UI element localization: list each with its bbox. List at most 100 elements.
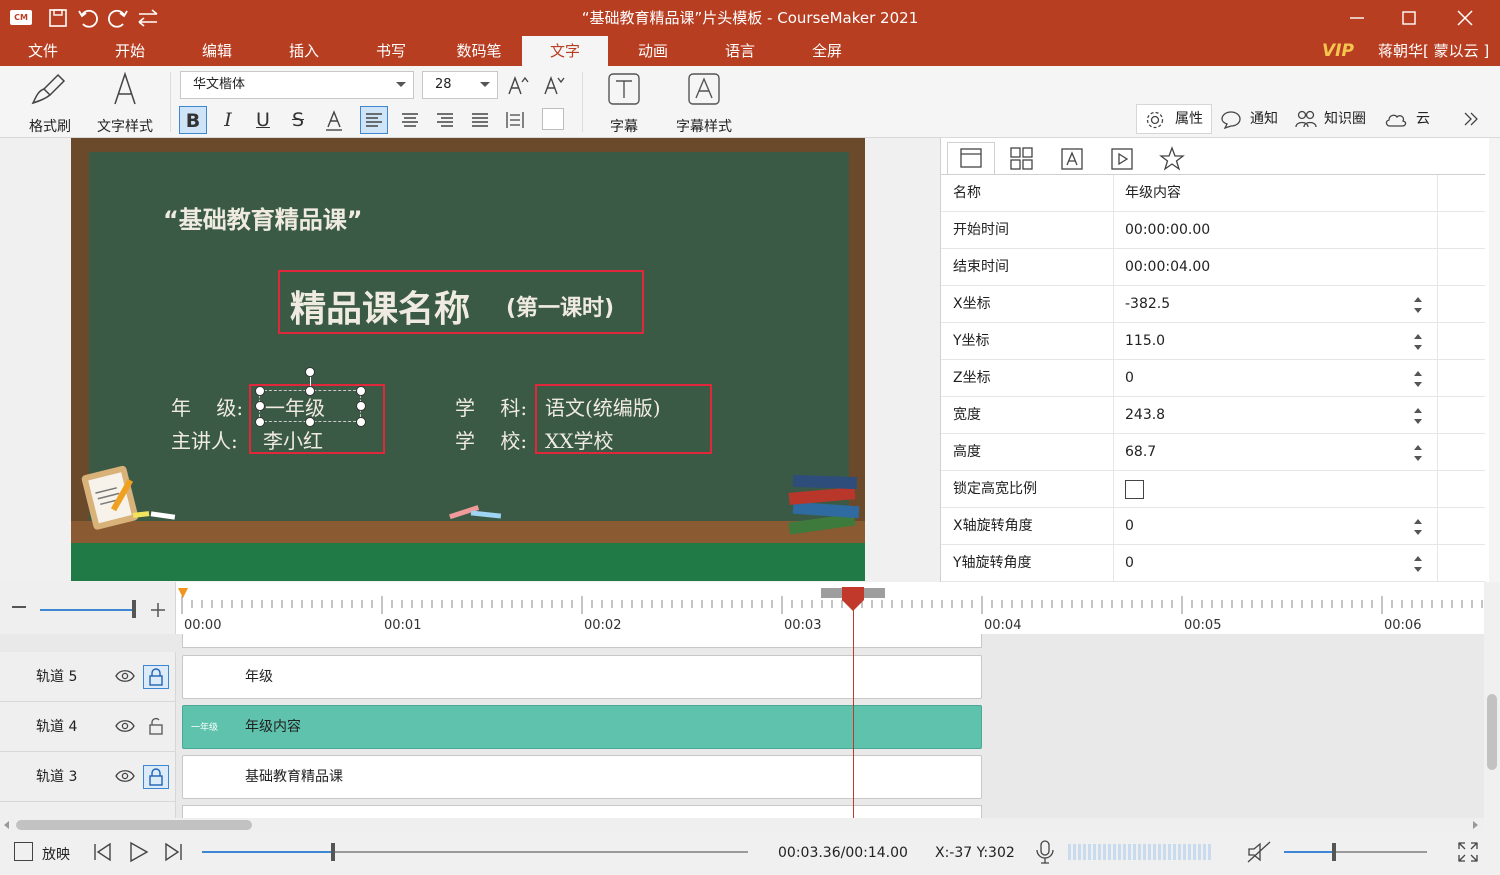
underline-button[interactable]: U — [249, 106, 277, 134]
zoom-slider-thumb[interactable] — [132, 600, 136, 618]
playhead[interactable] — [821, 586, 885, 818]
font-size-select[interactable]: 28 — [422, 71, 498, 99]
menu-text[interactable]: 文字 — [522, 36, 608, 66]
align-right-button[interactable] — [431, 106, 459, 134]
align-left-button[interactable] — [360, 106, 388, 134]
progress-track[interactable] — [202, 843, 748, 861]
prop-row-start-time[interactable]: 开始时间 00:00:00.00 — [941, 212, 1485, 249]
resize-handle[interactable] — [356, 401, 366, 411]
prop-row-lock-ratio[interactable]: 锁定高宽比例 — [941, 471, 1485, 508]
prop-row-name[interactable]: 名称 年级内容 — [941, 175, 1485, 212]
resize-handle[interactable] — [255, 401, 265, 411]
eye-icon[interactable] — [114, 768, 136, 784]
menu-write[interactable]: 书写 — [356, 36, 426, 66]
prop-row-y[interactable]: Y坐标 115.0 — [941, 323, 1485, 360]
speaker-mute-icon[interactable] — [1246, 840, 1272, 864]
resize-handle[interactable] — [356, 386, 366, 396]
background-color-swatch[interactable] — [542, 108, 564, 130]
hscroll-thumb[interactable] — [16, 820, 252, 830]
prop-row-z[interactable]: Z坐标 0 — [941, 360, 1485, 397]
prop-row-x[interactable]: X坐标 -382.5 — [941, 286, 1485, 323]
properties-scrollbar[interactable] — [1489, 138, 1500, 582]
volume-slider[interactable] — [1284, 843, 1427, 861]
eye-icon[interactable] — [114, 668, 136, 684]
spinner-icon[interactable] — [1411, 442, 1425, 464]
timeline-hscroll[interactable] — [0, 818, 1484, 832]
fullscreen-icon[interactable] — [1456, 840, 1480, 864]
user-name[interactable]: 蒋朝华[ 蒙以云 ] — [1378, 36, 1489, 66]
swap-icon[interactable] — [136, 6, 160, 30]
spinner-icon[interactable] — [1411, 405, 1425, 427]
italic-button[interactable]: I — [214, 106, 242, 134]
spinner-icon[interactable] — [1411, 516, 1425, 538]
resize-handle[interactable] — [305, 386, 315, 396]
lock-ratio-checkbox[interactable] — [1125, 480, 1144, 499]
menu-edit[interactable]: 编辑 — [182, 36, 252, 66]
resize-handle[interactable] — [255, 417, 265, 427]
close-button[interactable] — [1440, 0, 1492, 36]
subtitle-style-button[interactable]: 字幕样式 — [668, 70, 740, 135]
props-tab-effects[interactable] — [1157, 144, 1187, 174]
present-checkbox[interactable] — [14, 842, 33, 861]
props-tab-layout[interactable] — [947, 142, 995, 174]
font-color-button[interactable] — [320, 106, 348, 134]
props-tab-grid[interactable] — [1007, 144, 1037, 174]
undo-icon[interactable] — [76, 6, 100, 30]
prop-row-x-rotation[interactable]: X轴旋转角度 0 — [941, 508, 1485, 545]
skip-forward-icon[interactable] — [162, 840, 186, 864]
track-header[interactable]: 轨道 4 — [0, 702, 176, 752]
zoom-out-icon[interactable] — [12, 606, 26, 608]
props-tab-text[interactable] — [1057, 144, 1087, 174]
prop-row-width[interactable]: 宽度 243.8 — [941, 397, 1485, 434]
spinner-icon[interactable] — [1411, 553, 1425, 575]
lock-toggle[interactable] — [143, 765, 169, 789]
slide-canvas[interactable]: “基础教育精品课” 精品课名称 (第一课时) 年 级: 主讲人: 学 科: 学 … — [71, 138, 865, 581]
timeline-vscroll[interactable] — [1484, 582, 1500, 818]
unlock-icon[interactable] — [144, 715, 168, 737]
subtitle-button[interactable]: 字幕 — [600, 70, 648, 135]
redo-icon[interactable] — [106, 6, 130, 30]
playhead-head-icon[interactable] — [841, 586, 865, 612]
format-painter-button[interactable]: 格式刷 — [28, 70, 72, 135]
font-family-select[interactable]: 华文楷体 — [180, 71, 414, 99]
microphone-icon[interactable] — [1034, 838, 1056, 866]
text-style-button[interactable]: 文字样式 — [90, 70, 160, 135]
tab-properties[interactable]: 属性 — [1136, 104, 1212, 134]
track-header[interactable]: 轨道 5 — [0, 652, 176, 702]
spinner-icon[interactable] — [1411, 331, 1425, 353]
skip-back-icon[interactable] — [90, 840, 114, 864]
menu-language[interactable]: 语言 — [705, 36, 775, 66]
menu-fullscreen[interactable]: 全屏 — [792, 36, 862, 66]
menu-digital-pen[interactable]: 数码笔 — [444, 36, 514, 66]
spinner-icon[interactable] — [1411, 368, 1425, 390]
font-grow-icon[interactable] — [506, 74, 530, 98]
lock-toggle[interactable] — [143, 665, 169, 689]
track-header[interactable]: 轨道 3 — [0, 752, 176, 802]
vip-badge[interactable]: VIP — [1322, 41, 1354, 61]
zoom-slider-track[interactable] — [40, 609, 136, 611]
title-selection-box[interactable]: 精品课名称 (第一课时) — [278, 270, 644, 334]
bold-button[interactable]: B — [179, 106, 207, 134]
resize-handle[interactable] — [255, 386, 265, 396]
align-center-button[interactable] — [396, 106, 424, 134]
rotate-handle[interactable] — [305, 367, 315, 377]
eye-icon[interactable] — [114, 718, 136, 734]
maximize-button[interactable] — [1382, 0, 1434, 36]
scroll-right-icon[interactable] — [1470, 820, 1480, 830]
prop-row-end-time[interactable]: 结束时间 00:00:04.00 — [941, 249, 1485, 286]
vscroll-thumb[interactable] — [1487, 694, 1497, 770]
volume-thumb[interactable] — [1332, 843, 1336, 861]
scroll-left-icon[interactable] — [2, 820, 12, 830]
menu-animation[interactable]: 动画 — [618, 36, 688, 66]
line-spacing-button[interactable] — [501, 106, 529, 134]
spinner-icon[interactable] — [1411, 294, 1425, 316]
slide-header[interactable]: “基础教育精品课” — [163, 200, 363, 235]
progress-thumb[interactable] — [331, 843, 336, 861]
prop-row-height[interactable]: 高度 68.7 — [941, 434, 1485, 471]
start-marker-icon[interactable] — [177, 587, 189, 599]
resize-handle[interactable] — [356, 417, 366, 427]
play-icon[interactable] — [126, 840, 150, 864]
minimize-button[interactable] — [1330, 0, 1382, 36]
save-icon[interactable] — [46, 6, 70, 30]
subject-school-box[interactable]: 语文(统编版) XX学校 — [535, 384, 712, 454]
